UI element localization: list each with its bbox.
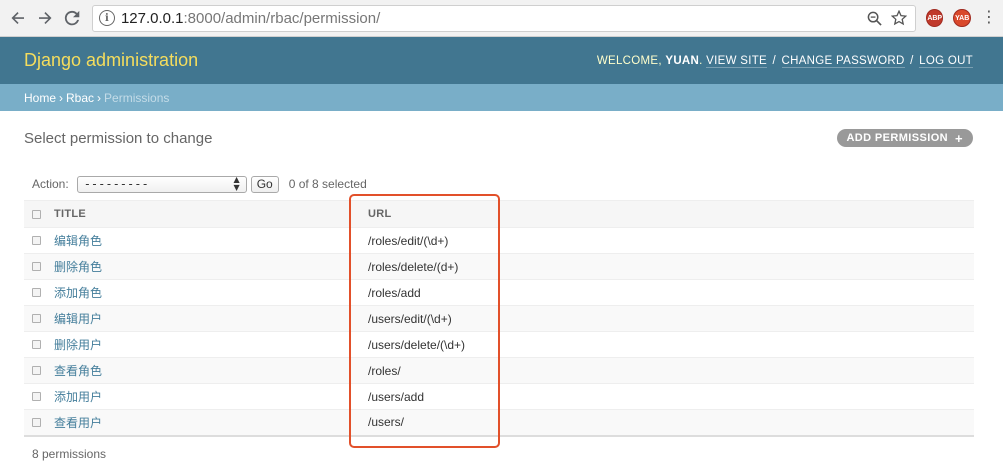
browser-toolbar: i 127.0.0.1:8000/admin/rbac/permission/ …: [0, 0, 1003, 37]
table-row: 添加角色 /roles/add: [24, 279, 974, 306]
go-button[interactable]: Go: [250, 175, 279, 193]
zoom-icon[interactable]: [865, 8, 885, 28]
paginator: 8 permissions: [32, 447, 107, 461]
breadcrumb-home[interactable]: Home: [24, 91, 56, 105]
add-permission-button[interactable]: Add permission +: [837, 129, 973, 147]
table-row: 编辑用户 /users/edit/(\d+): [24, 305, 974, 332]
row-checkbox[interactable]: [32, 262, 41, 271]
url-path: :8000/admin/rbac/permission/: [183, 9, 381, 27]
breadcrumb-separator: ›: [97, 90, 102, 105]
separator: /: [910, 54, 914, 67]
row-title-link[interactable]: 删除用户: [54, 338, 102, 352]
row-title-link[interactable]: 编辑角色: [54, 234, 102, 248]
breadcrumb: Home › Rbac › Permissions: [0, 84, 1003, 111]
results-table: Title URL 编辑角色 /roles/edit/(\d+) 删除角色 /r…: [24, 200, 974, 437]
row-url: /users/edit/(\d+): [368, 305, 974, 332]
page-title: Select permission to change: [24, 130, 213, 147]
row-url: /roles/add: [368, 279, 974, 306]
column-header-title[interactable]: Title: [48, 200, 368, 228]
welcome-text: Welcome,: [596, 54, 662, 67]
action-select[interactable]: --------- ▲ ▼: [76, 175, 247, 193]
action-label: Action:: [32, 177, 69, 191]
select-all-checkbox[interactable]: [32, 209, 41, 219]
bookmark-star-icon[interactable]: [889, 8, 909, 28]
log-out-link[interactable]: Log out: [919, 54, 973, 68]
row-title-link[interactable]: 删除角色: [54, 260, 102, 274]
change-password-link[interactable]: Change password: [781, 54, 905, 68]
adblock-extension-icon[interactable]: ABP: [925, 9, 944, 27]
row-checkbox[interactable]: [32, 288, 41, 297]
row-title-link[interactable]: 查看角色: [54, 364, 102, 378]
row-title-link[interactable]: 添加用户: [54, 390, 102, 404]
selection-counter: 0 of 8 selected: [288, 177, 367, 191]
actions-bar: Action: --------- ▲ ▼ Go 0 of 8 selected: [24, 170, 974, 198]
select-arrows-icon: ▲ ▼: [233, 175, 240, 192]
row-checkbox[interactable]: [32, 340, 41, 349]
action-select-value: ---------: [83, 177, 149, 191]
row-checkbox[interactable]: [32, 392, 41, 401]
table-row: 查看角色 /roles/: [24, 357, 974, 384]
table-row: 删除角色 /roles/delete/(d+): [24, 253, 974, 280]
row-url: /roles/: [368, 357, 974, 384]
admin-header: Django administration Welcome, yuan. Vie…: [0, 37, 1003, 84]
table-row: 删除用户 /users/delete/(\d+): [24, 331, 974, 358]
row-url: /users/add: [368, 383, 974, 410]
user-tools: Welcome, yuan. View site / Change passwo…: [596, 54, 973, 68]
forward-arrow-icon[interactable]: [33, 6, 56, 30]
yab-extension-icon[interactable]: YAB: [953, 9, 971, 27]
reload-icon[interactable]: [61, 6, 84, 30]
site-branding[interactable]: Django administration: [24, 50, 198, 71]
address-bar[interactable]: i 127.0.0.1:8000/admin/rbac/permission/: [91, 4, 916, 32]
row-checkbox[interactable]: [32, 314, 41, 323]
row-checkbox[interactable]: [32, 366, 41, 375]
breadcrumb-current: Permissions: [104, 90, 170, 105]
plus-icon: +: [955, 130, 963, 146]
row-checkbox[interactable]: [32, 236, 41, 245]
row-checkbox[interactable]: [32, 417, 41, 427]
breadcrumb-app[interactable]: Rbac: [66, 91, 94, 105]
address-url[interactable]: 127.0.0.1:8000/admin/rbac/permission/: [121, 10, 861, 27]
row-title-link[interactable]: 查看用户: [54, 416, 102, 430]
browser-menu-icon[interactable]: ⋮: [981, 10, 997, 26]
row-url: /roles/delete/(d+): [368, 253, 974, 280]
separator: /: [772, 54, 776, 67]
table-row: 编辑角色 /roles/edit/(\d+): [24, 227, 974, 254]
username: yuan: [665, 54, 700, 67]
row-url: /users/delete/(\d+): [368, 331, 974, 358]
row-url: /roles/edit/(\d+): [368, 227, 974, 254]
add-permission-label: Add permission: [846, 132, 948, 144]
breadcrumb-separator: ›: [59, 90, 64, 105]
row-url: /users/: [368, 409, 974, 437]
back-arrow-icon[interactable]: [6, 6, 29, 30]
column-header-url[interactable]: URL: [368, 200, 974, 228]
select-all-cell: [24, 200, 48, 228]
table-row: 添加用户 /users/add: [24, 383, 974, 410]
table-row: 查看用户 /users/: [24, 409, 974, 437]
info-icon[interactable]: i: [98, 10, 115, 26]
row-title-link[interactable]: 添加角色: [54, 286, 102, 300]
view-site-link[interactable]: View site: [706, 54, 767, 68]
url-host: 127.0.0.1: [120, 9, 184, 27]
row-title-link[interactable]: 编辑用户: [54, 312, 102, 326]
table-header-row: Title URL: [24, 200, 974, 228]
